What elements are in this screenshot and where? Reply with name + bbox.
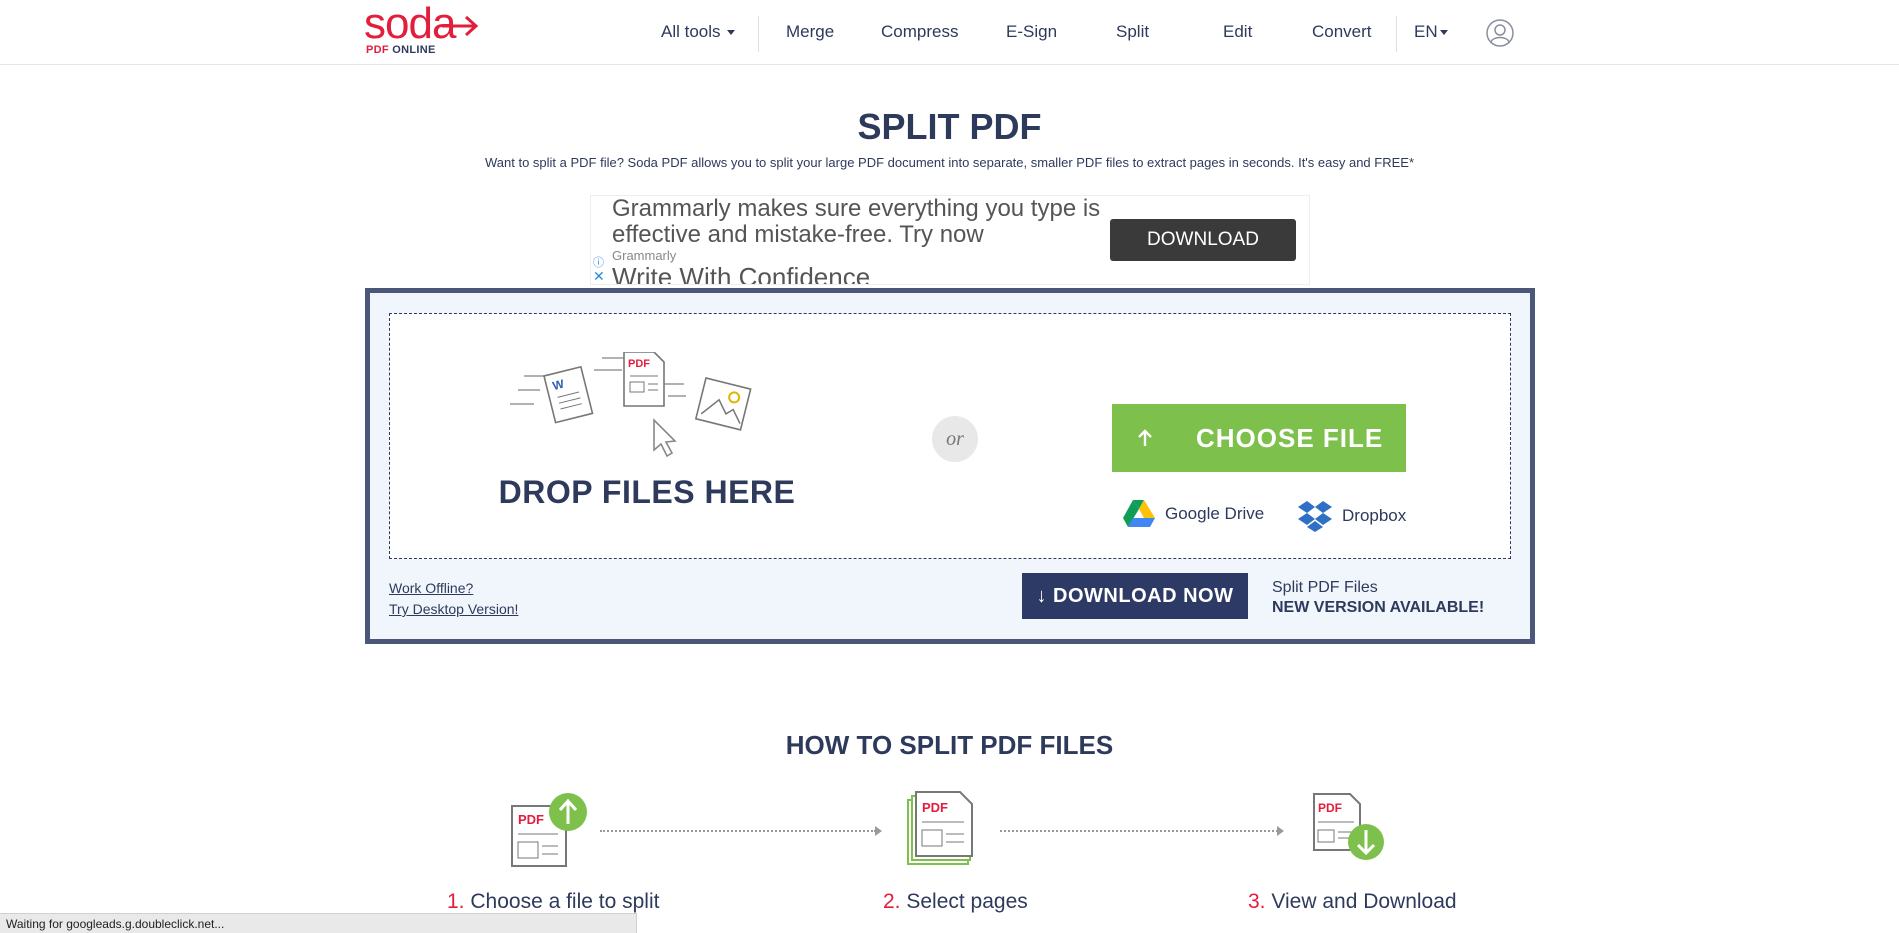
- ad-close-icon[interactable]: ✕: [593, 268, 605, 284]
- version-available: NEW VERSION AVAILABLE!: [1272, 599, 1485, 616]
- step-text: Choose a file to split: [470, 890, 660, 913]
- upload-panel: W PDF DROP FILES HERE or CHOOSE FILE Goo…: [365, 288, 1535, 644]
- nav-divider: [1396, 16, 1397, 52]
- upload-arrow-icon: [1138, 429, 1152, 446]
- browser-status-bar: Waiting for googleads.g.doubleclick.net.…: [0, 913, 637, 933]
- step-text: Select pages: [906, 890, 1028, 913]
- nav-split[interactable]: Split: [1116, 22, 1149, 42]
- language-selector[interactable]: EN: [1414, 22, 1448, 42]
- new-version-notice: Split PDF Files NEW VERSION AVAILABLE!: [1272, 578, 1484, 618]
- dropbox-button[interactable]: Dropbox: [1298, 500, 1406, 532]
- drop-files-label: DROP FILES HERE: [498, 474, 796, 510]
- step-number: 3.: [1248, 890, 1266, 913]
- chevron-down-icon: [726, 30, 735, 36]
- step-arrow-2: [1000, 826, 1284, 836]
- file-types-illustration-icon: W PDF: [510, 352, 752, 458]
- or-separator: or: [932, 416, 978, 462]
- logo-arrow-icon: [442, 15, 479, 37]
- nav-esign[interactable]: E-Sign: [1006, 22, 1057, 42]
- select-pages-icon: PDF: [907, 791, 973, 865]
- ad-brand: Grammarly: [612, 248, 677, 263]
- upload-file-icon: PDF: [511, 793, 587, 867]
- file-dropzone[interactable]: W PDF DROP FILES HERE or CHOOSE FILE Goo…: [389, 313, 1511, 559]
- nav-convert[interactable]: Convert: [1312, 22, 1372, 42]
- work-offline-link[interactable]: Work Offline?: [389, 578, 518, 599]
- site-header: soda PDF ONLINE All tools Merge Compress…: [0, 0, 1899, 65]
- step-arrow-1: [600, 826, 882, 836]
- choose-file-button[interactable]: CHOOSE FILE: [1112, 404, 1406, 472]
- user-account-icon[interactable]: [1486, 19, 1514, 47]
- nav-all-tools[interactable]: All tools: [661, 22, 735, 42]
- step-3-label: 3. View and Download: [1248, 890, 1457, 914]
- dropbox-label: Dropbox: [1342, 506, 1407, 525]
- logo-subtitle: PDF ONLINE: [366, 44, 436, 56]
- try-desktop-link[interactable]: Try Desktop Version!: [389, 599, 518, 620]
- step-text: View and Download: [1271, 890, 1457, 913]
- svg-text:PDF: PDF: [518, 812, 544, 827]
- ad-download-button[interactable]: DOWNLOAD: [1110, 219, 1296, 261]
- chevron-down-icon: [1439, 30, 1448, 36]
- nav-edit[interactable]: Edit: [1223, 22, 1252, 42]
- svg-text:PDF: PDF: [1318, 801, 1342, 815]
- step-number: 1.: [447, 890, 465, 913]
- page-description: Want to split a PDF file? Soda PDF allow…: [484, 155, 1415, 170]
- choose-file-label: CHOOSE FILE: [1196, 422, 1384, 453]
- google-drive-icon: [1123, 500, 1155, 527]
- nav-all-tools-label: All tools: [661, 22, 721, 41]
- ad-headline: Grammarly makes sure everything you type…: [612, 195, 1101, 248]
- logo-sub-online: ONLINE: [392, 44, 436, 56]
- ad-title: Write With Confidence: [612, 262, 871, 285]
- dropbox-icon: [1298, 501, 1332, 532]
- step-2-label: 2. Select pages: [883, 890, 1028, 914]
- nav-compress[interactable]: Compress: [881, 22, 958, 42]
- google-drive-label: Google Drive: [1165, 504, 1265, 523]
- step-number: 2.: [883, 890, 901, 913]
- language-label: EN: [1414, 22, 1438, 41]
- version-product: Split PDF Files: [1272, 579, 1378, 596]
- how-to-title: HOW TO SPLIT PDF FILES: [785, 730, 1114, 760]
- soda-pdf-logo[interactable]: soda PDF ONLINE: [364, 2, 480, 58]
- step-1-label: 1. Choose a file to split: [447, 890, 659, 914]
- nav-divider: [758, 16, 759, 52]
- offline-links: Work Offline? Try Desktop Version!: [389, 578, 518, 620]
- svg-text:PDF: PDF: [628, 358, 650, 370]
- google-drive-button[interactable]: Google Drive: [1123, 500, 1264, 528]
- download-now-button[interactable]: ↓ DOWNLOAD NOW: [1022, 573, 1248, 619]
- page-title: SPLIT PDF: [857, 106, 1042, 147]
- nav-merge[interactable]: Merge: [786, 22, 834, 42]
- advertisement-banner[interactable]: Grammarly makes sure everything you type…: [590, 195, 1310, 285]
- download-file-icon: PDF: [1313, 793, 1384, 860]
- svg-text:PDF: PDF: [922, 800, 948, 815]
- logo-sub-pdf: PDF: [366, 44, 389, 56]
